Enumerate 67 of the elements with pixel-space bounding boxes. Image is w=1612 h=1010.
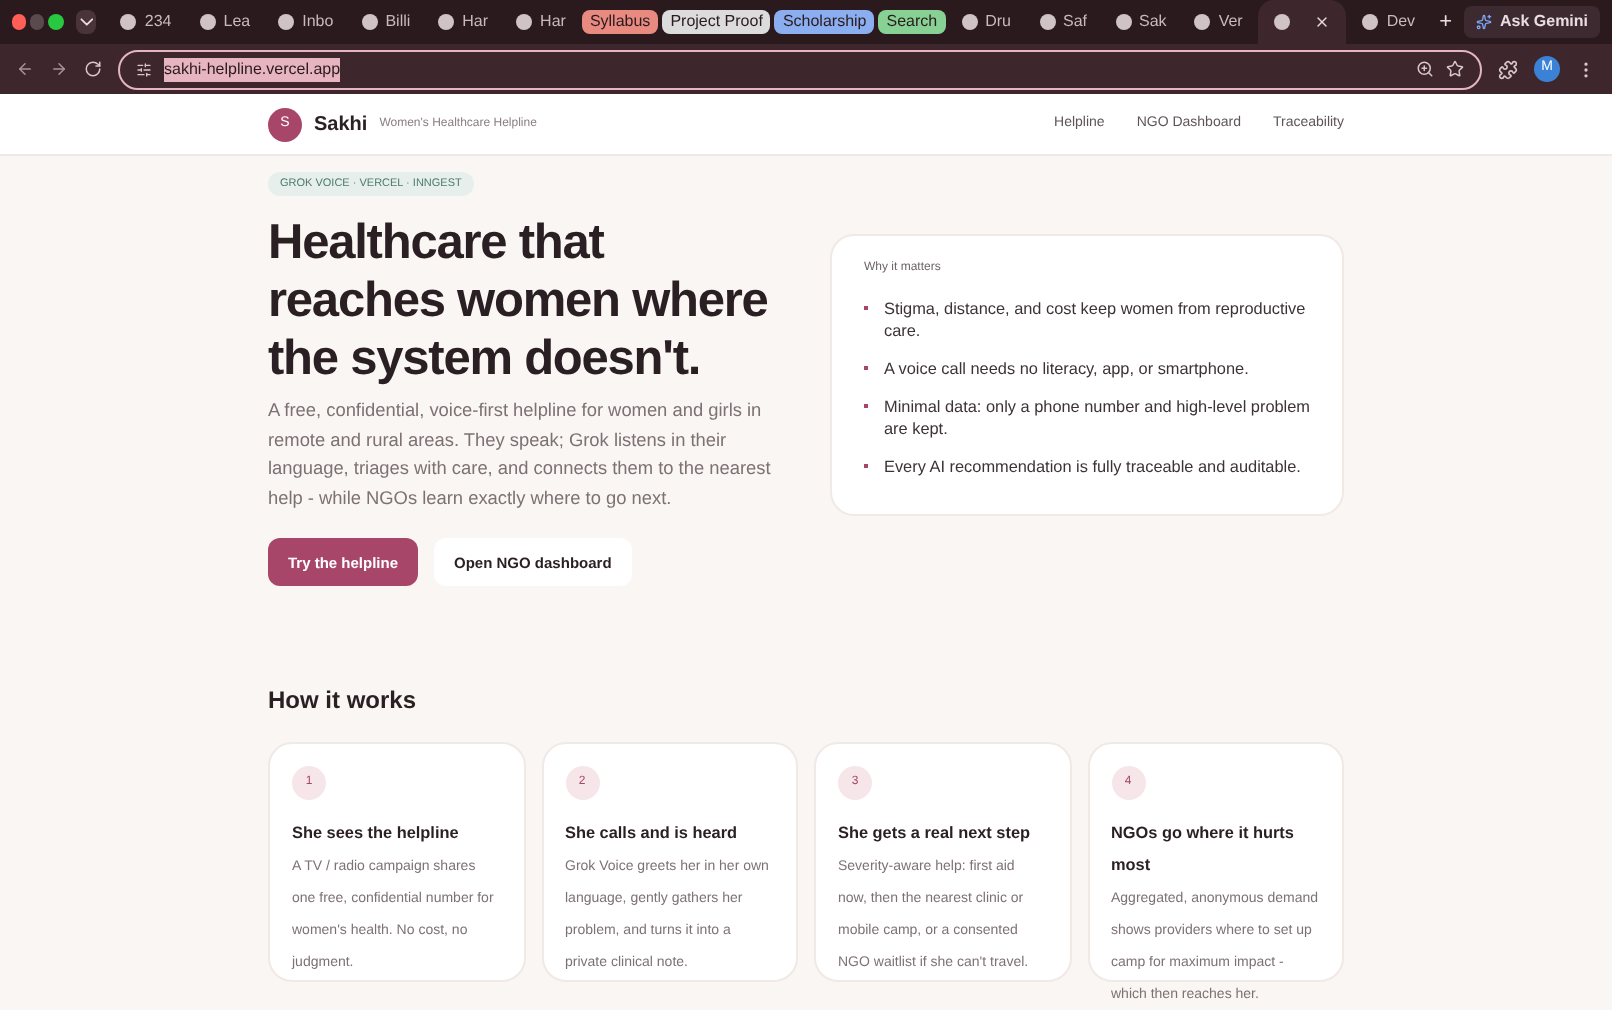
favicon-icon <box>278 14 295 30</box>
tab-title: Inbo <box>302 10 334 34</box>
favicon-icon <box>438 14 455 30</box>
close-icon[interactable] <box>1314 14 1331 30</box>
address-bar[interactable]: sakhi-helpline.vercel.app <box>118 49 1482 89</box>
browser-tab[interactable]: Lea <box>187 0 263 44</box>
brand-name: Sakhi <box>314 111 368 139</box>
browser-tab[interactable]: Har <box>426 0 501 44</box>
browser-tab[interactable]: Billi <box>349 0 423 44</box>
step-title: She calls and is heard <box>565 822 738 847</box>
section-heading: How it works <box>268 684 419 719</box>
why-point: A voice call needs no literacy, app, or smartphone. <box>884 358 1249 380</box>
favicon-icon <box>1039 14 1055 30</box>
browser-tab[interactable]: Sak <box>1103 0 1179 44</box>
tab-group-label[interactable]: Project Proof <box>662 10 771 34</box>
browser-tab[interactable]: Ver <box>1182 0 1255 44</box>
new-tab-button[interactable]: + <box>1431 5 1460 39</box>
tab-list-icon[interactable] <box>75 10 97 34</box>
favicon-icon <box>1362 14 1379 30</box>
why-point: Stigma, distance, and cost keep women from reproductive care. <box>884 298 1308 342</box>
maximize-icon[interactable] <box>48 14 64 30</box>
tab-group-label[interactable]: Syllabus <box>581 10 659 34</box>
tab-group-label[interactable]: Scholarship <box>774 10 875 34</box>
tab-title: Har <box>540 10 566 34</box>
why-point: Every AI recommendation is fully traceable and auditable. <box>884 456 1301 478</box>
favicon-icon <box>120 14 137 30</box>
favicon-icon <box>516 14 533 30</box>
step-title: NGOs go where it hurts most <box>1111 822 1296 879</box>
tab-group-label[interactable]: Search <box>878 10 946 34</box>
hero-heading: Healthcare that reaches women where the system doesn't. <box>268 214 770 389</box>
favicon-icon <box>961 14 978 30</box>
tab-title: Lea <box>223 10 251 34</box>
tab-title: Dev <box>1386 10 1416 34</box>
sparkle-icon <box>1476 14 1492 30</box>
extensions-icon[interactable] <box>1498 59 1518 79</box>
favicon-icon <box>361 14 378 30</box>
favicon-icon <box>1274 14 1291 30</box>
step-title: She gets a real next step <box>838 822 1031 847</box>
browser-tab[interactable]: Inbo <box>266 0 346 44</box>
ask-gemini-button[interactable]: Ask Gemini <box>1464 6 1601 38</box>
tab-title: Sak <box>1139 10 1167 34</box>
why-point: Minimal data: only a phone number and high-level problem are kept. <box>884 396 1310 440</box>
close-window-icon[interactable] <box>12 14 27 30</box>
tab-title: Ver <box>1218 10 1243 34</box>
browser-tab[interactable]: Har <box>504 0 578 44</box>
forward-icon[interactable] <box>50 60 68 78</box>
url-text: sakhi-helpline.vercel.app <box>164 57 341 81</box>
browser-tab[interactable]: Dev <box>1350 0 1428 44</box>
tab-title: Billi <box>385 10 411 34</box>
bookmark-icon[interactable] <box>1446 60 1464 78</box>
favicon-icon <box>199 14 216 30</box>
favicon-icon <box>1115 14 1132 30</box>
browser-tab[interactable] <box>1258 0 1347 44</box>
tab-title: Har <box>462 10 489 34</box>
site-settings-icon[interactable] <box>136 61 152 77</box>
step-title: She sees the helpline <box>292 822 459 847</box>
tab-title: Dru <box>985 10 1011 34</box>
hero-description: A free, confidential, voice-first helpline for women and girls in remote and rural areas. They speak; Grok listens in their language, triages with care, and connects them to the nearest help - while NGOs learn exactly where to go next. <box>268 398 772 512</box>
tab-title: Saf <box>1063 10 1088 34</box>
browser-tab[interactable]: Dru <box>949 0 1023 44</box>
back-icon[interactable] <box>16 60 34 78</box>
zoom-icon[interactable] <box>1416 60 1434 78</box>
reload-icon[interactable] <box>84 60 102 78</box>
browser-tab[interactable]: Saf <box>1027 0 1100 44</box>
browser-tab[interactable]: 234 <box>108 0 184 44</box>
favicon-icon <box>1194 14 1211 30</box>
tab-title: 234 <box>144 10 172 34</box>
